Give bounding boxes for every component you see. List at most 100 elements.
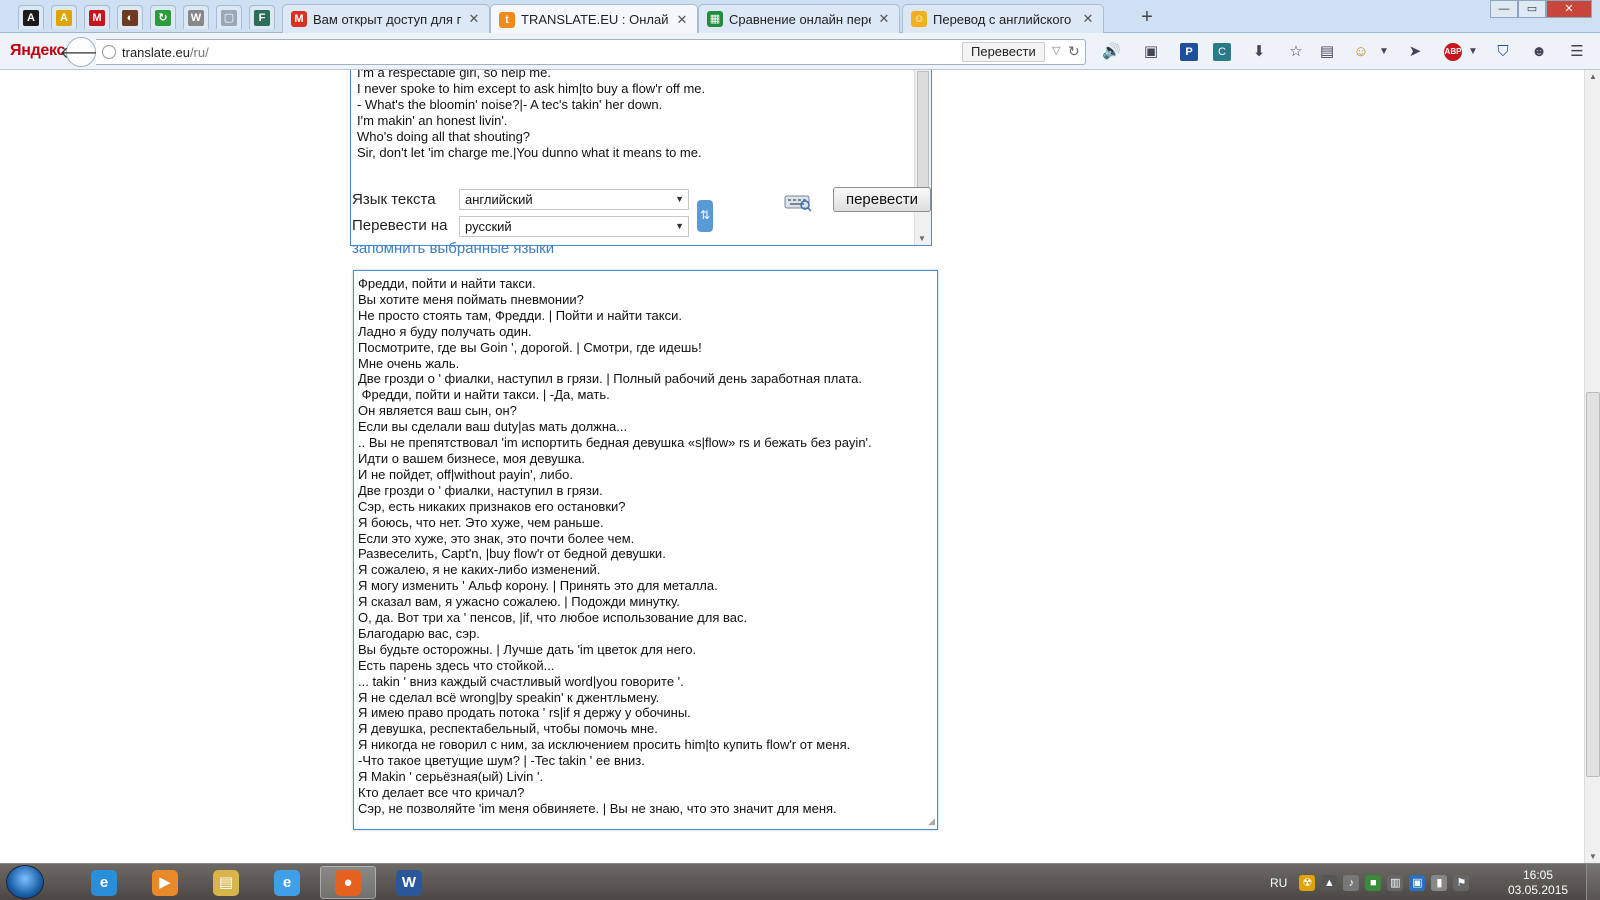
source-scrollbar[interactable]: ▼ bbox=[914, 70, 931, 245]
taskbar-explorer[interactable]: ▤ bbox=[198, 866, 254, 899]
pinned-tab-wiki-icon: W bbox=[188, 9, 204, 26]
reload-icon[interactable]: ↻ bbox=[1068, 43, 1080, 60]
pinned-tab-f[interactable]: F bbox=[249, 5, 275, 29]
globe-icon bbox=[102, 45, 116, 59]
bookmark-star-icon[interactable]: ☆ bbox=[1287, 43, 1305, 61]
pinned-tab-a-black-icon: A bbox=[23, 9, 39, 26]
network-icon[interactable]: ▥ bbox=[1387, 874, 1404, 891]
taskbar-word[interactable]: W bbox=[381, 866, 437, 899]
tab-title: Перевод с английского н... bbox=[933, 11, 1075, 27]
shield-icon[interactable]: ⛉ bbox=[1494, 43, 1512, 61]
show-desktop-button[interactable] bbox=[1586, 864, 1600, 900]
chevron-down-icon[interactable]: ▼ bbox=[1375, 43, 1393, 61]
address-bar[interactable]: translate.eu/ru/ Перевести ▽ ↻ bbox=[96, 39, 1086, 65]
signal-icon[interactable]: ▮ bbox=[1431, 874, 1448, 891]
translate-button[interactable]: перевести bbox=[833, 187, 931, 212]
smiley-extension-icon[interactable]: ☺ bbox=[1352, 43, 1370, 61]
pinned-tab-m[interactable]: M bbox=[84, 5, 110, 29]
send-icon[interactable]: ➤ bbox=[1406, 43, 1424, 61]
tray-app-icon[interactable]: ☢ bbox=[1299, 874, 1316, 891]
taskbar-firefox[interactable]: ● bbox=[320, 866, 376, 899]
select-caret-icon: ▼ bbox=[675, 221, 684, 231]
start-button[interactable] bbox=[6, 865, 44, 899]
tab-title: Сравнение онлайн перев... bbox=[729, 11, 871, 27]
scroll-down-arrow-icon[interactable]: ▼ bbox=[1589, 852, 1597, 861]
tab-close-icon[interactable]: ✕ bbox=[467, 11, 481, 27]
back-button[interactable]: 🡐 bbox=[60, 37, 102, 67]
swap-languages-button[interactable]: ⇅ bbox=[697, 200, 713, 232]
action-center-flag-icon[interactable]: ⚑ bbox=[1453, 874, 1470, 891]
taskbar-ie[interactable]: e bbox=[76, 866, 132, 899]
virtual-keyboard-icon[interactable] bbox=[784, 190, 812, 212]
url-path: /ru/ bbox=[189, 45, 209, 60]
browser-tab[interactable]: ☺ Перевод с английского н... ✕ bbox=[902, 4, 1104, 33]
page-translate-button[interactable]: Перевести bbox=[962, 42, 1045, 62]
url-text[interactable]: translate.eu/ru/ bbox=[122, 45, 209, 60]
yandex-logo[interactable]: Яндекс bbox=[10, 42, 65, 60]
tab-close-icon[interactable]: ✕ bbox=[1081, 11, 1095, 27]
tab-close-icon[interactable]: ✕ bbox=[877, 11, 891, 27]
page-scrollbar[interactable]: ▲ ▼ bbox=[1584, 70, 1600, 863]
download-icon[interactable]: ⬇ bbox=[1250, 43, 1268, 61]
pocket-extension-icon[interactable]: P bbox=[1180, 43, 1198, 61]
swap-arrows-icon: ⇅ bbox=[699, 208, 711, 222]
language-indicator[interactable]: RU bbox=[1270, 876, 1287, 890]
select-caret-icon: ▼ bbox=[675, 194, 684, 204]
pinned-tab-a-black[interactable]: A bbox=[18, 5, 44, 29]
menu-icon[interactable]: ☰ bbox=[1568, 43, 1586, 61]
extension-c-icon[interactable]: C bbox=[1213, 43, 1231, 61]
bookmarks-list-icon[interactable]: ▤ bbox=[1318, 43, 1336, 61]
tab-close-icon[interactable]: ✕ bbox=[675, 12, 689, 28]
browser-tab[interactable]: M Вам открыт доступ для пр... ✕ bbox=[282, 4, 490, 33]
translation-result-text[interactable]: Фредди, пойти и найти такси. Вы хотите м… bbox=[358, 276, 872, 817]
volume-icon[interactable]: ♪ bbox=[1343, 874, 1360, 891]
page-content: I'm a respectable girl, so help me. I ne… bbox=[0, 70, 1584, 863]
adblock-icon[interactable]: ABP bbox=[1444, 43, 1462, 61]
feed-icon[interactable]: ▣ bbox=[1142, 43, 1160, 61]
scroll-up-arrow-icon[interactable]: ▲ bbox=[1589, 72, 1597, 81]
taskbar-ie-icon: e bbox=[91, 869, 117, 896]
pinned-tab-a-yellow[interactable]: A bbox=[51, 5, 77, 29]
page-scroll-thumb[interactable] bbox=[1586, 392, 1600, 777]
tab-favicon-icon: ☺ bbox=[911, 11, 927, 27]
source-text[interactable]: I'm a respectable girl, so help me. I ne… bbox=[357, 70, 913, 161]
nvidia-icon[interactable]: ■ bbox=[1365, 874, 1382, 891]
pinned-tab-a-yellow-icon: A bbox=[56, 9, 72, 26]
taskbar-media-player[interactable]: ▶ bbox=[137, 866, 193, 899]
tray-chevron-icon[interactable]: ▲ bbox=[1321, 874, 1338, 891]
scroll-down-arrow-icon[interactable]: ▼ bbox=[918, 234, 926, 243]
speaker-icon[interactable]: 🔊 bbox=[1102, 43, 1121, 61]
windows-taskbar: e ▶ ▤ e ● W RU ☢ ▲ ♪ ■ ▥ ▣ ▮ ⚑ 16:05 03.05.20… bbox=[0, 863, 1600, 900]
translation-result-textarea[interactable]: Фредди, пойти и найти такси. Вы хотите м… bbox=[353, 270, 938, 830]
minimize-button[interactable]: — bbox=[1490, 0, 1518, 18]
clock-time: 16:05 bbox=[1522, 868, 1554, 882]
pinned-tab-m-icon: M bbox=[89, 9, 105, 26]
resize-grip-icon[interactable]: ◢ bbox=[928, 816, 935, 827]
taskbar-clock[interactable]: 16:05 03.05.2015 bbox=[1508, 868, 1568, 898]
browser-tab[interactable]: ▦ Сравнение онлайн перев... ✕ bbox=[698, 4, 900, 33]
target-language-select[interactable]: русский ▼ bbox=[459, 216, 689, 237]
browser-tab[interactable]: t TRANSLATE.EU : Онлайн п... ✕ bbox=[490, 4, 698, 34]
taskbar-ie-2[interactable]: e bbox=[259, 866, 315, 899]
dropdown-triangle-icon[interactable]: ▽ bbox=[1052, 44, 1060, 57]
target-language-label: Перевести на bbox=[352, 217, 448, 234]
pinned-tab-4[interactable]: ↻ bbox=[150, 5, 176, 29]
target-language-value: русский bbox=[465, 219, 512, 234]
close-window-button[interactable]: ✕ bbox=[1546, 0, 1592, 18]
remember-languages-link[interactable]: запомнить выбранные языки bbox=[352, 240, 554, 257]
pinned-tab-3[interactable]: ◐ bbox=[117, 5, 143, 29]
taskbar-explorer-icon: ▤ bbox=[213, 869, 239, 896]
pinned-tab-wiki[interactable]: W bbox=[183, 5, 209, 29]
tab-favicon-icon: M bbox=[291, 11, 307, 27]
pinned-tab-6[interactable]: ▢ bbox=[216, 5, 242, 29]
source-language-select[interactable]: английский ▼ bbox=[459, 189, 689, 210]
tab-title: Вам открыт доступ для пр... bbox=[313, 11, 461, 27]
tray-window-icon[interactable]: ▣ bbox=[1409, 874, 1426, 891]
url-host: translate.eu bbox=[122, 45, 190, 60]
new-tab-button[interactable]: + bbox=[1136, 6, 1158, 29]
chat-icon[interactable]: ☻ bbox=[1530, 43, 1548, 61]
maximize-button[interactable]: ▭ bbox=[1518, 0, 1546, 18]
pinned-tab-4-icon: ↻ bbox=[155, 9, 171, 26]
adblock-dropdown-icon[interactable]: ▼ bbox=[1464, 43, 1482, 61]
taskbar-ie-2-icon: e bbox=[274, 869, 300, 896]
